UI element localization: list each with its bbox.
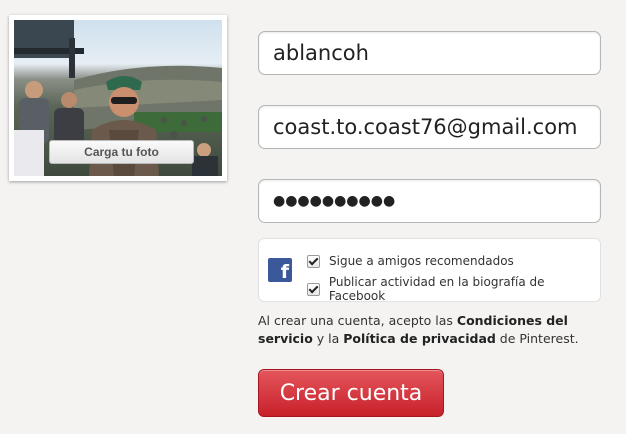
email-field[interactable]: coast.to.coast76@gmail.com: [258, 105, 601, 149]
facebook-options-box: f Sigue a amigos recomendados Publicar a…: [258, 238, 601, 303]
upload-photo-button[interactable]: Carga tu foto: [49, 140, 194, 164]
follow-friends-option[interactable]: Sigue a amigos recomendados: [307, 254, 514, 268]
privacy-policy-link[interactable]: Política de privacidad: [343, 331, 496, 346]
publish-activity-checkbox[interactable]: [307, 282, 320, 296]
terms-suffix: de Pinterest.: [495, 331, 579, 346]
terms-middle: y la: [312, 331, 344, 346]
profile-photo-frame: Carga tu foto: [9, 15, 227, 181]
follow-friends-label: Sigue a amigos recomendados: [329, 254, 514, 268]
username-field[interactable]: ablancoh: [258, 31, 601, 75]
terms-prefix: Al crear una cuenta, acepto las: [258, 313, 457, 328]
create-account-button[interactable]: Crear cuenta: [258, 369, 444, 417]
publish-activity-option[interactable]: Publicar actividad en la biografía de Fa…: [307, 275, 600, 303]
facebook-icon: f: [268, 258, 292, 282]
publish-activity-label: Publicar actividad en la biografía de Fa…: [328, 275, 545, 303]
profile-photo: Carga tu foto: [14, 20, 222, 176]
follow-friends-checkbox[interactable]: [307, 254, 320, 268]
terms-text: Al crear una cuenta, acepto las Condicio…: [258, 312, 608, 348]
password-field[interactable]: ●●●●●●●●●●: [258, 179, 601, 223]
